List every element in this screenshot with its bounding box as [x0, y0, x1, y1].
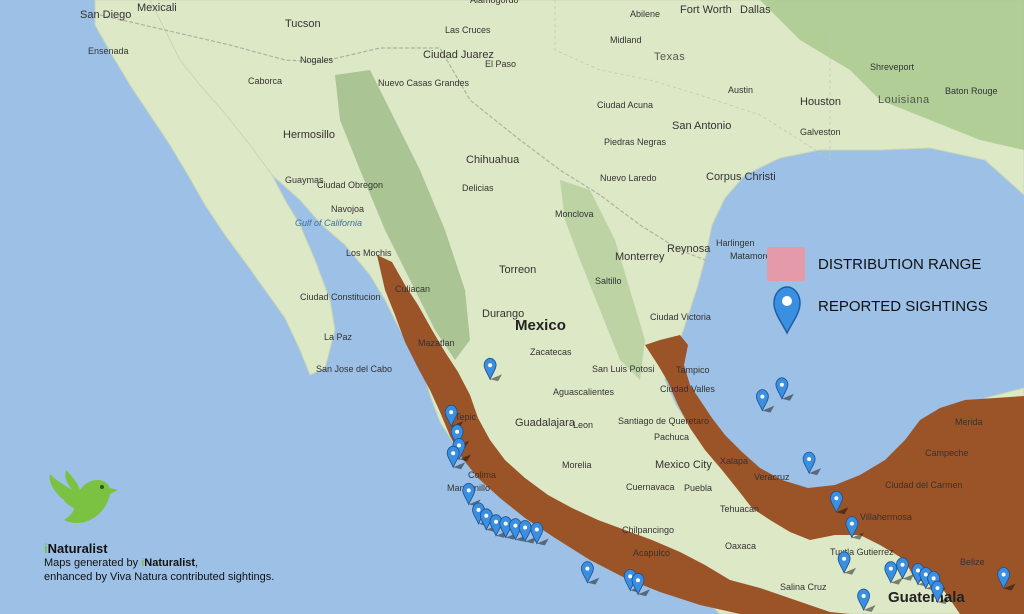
place-label: Delicias [462, 183, 494, 193]
place-label: Ciudad Constitucion [300, 292, 381, 302]
place-label: Ciudad Valles [660, 384, 715, 394]
place-label: Mexico City [655, 459, 712, 471]
place-label: Ensenada [88, 46, 129, 56]
place-label: Fort Worth [680, 4, 732, 16]
place-label: Abilene [630, 9, 660, 19]
place-label: Oaxaca [725, 541, 756, 551]
place-label: Chilpancingo [622, 525, 674, 535]
place-label: Campeche [925, 448, 969, 458]
place-label: Mexicali [137, 2, 177, 14]
place-label: Ciudad del Carmen [885, 480, 963, 490]
place-label: Xalapa [720, 456, 748, 466]
place-label: Alamogordo [470, 0, 519, 5]
place-label: Los Mochis [346, 248, 392, 258]
place-label: Morelia [562, 460, 592, 470]
place-label: Tucson [285, 18, 321, 30]
place-label: Guadalajara [515, 417, 576, 429]
place-label: Acapulco [633, 548, 670, 558]
place-label: Gulf of California [295, 218, 362, 228]
place-label: Mazatlan [418, 338, 455, 348]
place-label: Ciudad Obregon [317, 180, 383, 190]
legend-range-swatch [767, 247, 805, 281]
legend-range-label: DISTRIBUTION RANGE [818, 256, 981, 273]
place-label: San Jose del Cabo [316, 364, 392, 374]
place-label: Leon [573, 420, 593, 430]
place-label: Hermosillo [283, 129, 335, 141]
place-label: Las Cruces [445, 25, 491, 35]
place-label: Aguascalientes [553, 387, 615, 397]
place-label: Ciudad Victoria [650, 312, 711, 322]
brand-block: iNaturalist Maps generated by iNaturalis… [44, 470, 344, 584]
country-label: Mexico [515, 317, 566, 334]
credit-suffix: , [195, 557, 199, 569]
credit-line-2: enhanced by Viva Natura contributed sigh… [44, 571, 275, 583]
place-label: Salina Cruz [780, 582, 827, 592]
place-label: Monclova [555, 209, 594, 219]
place-label: Pachuca [654, 432, 689, 442]
place-label: Texas [654, 51, 685, 63]
bird-icon [49, 470, 118, 523]
place-label: Harlingen [716, 238, 755, 248]
place-label: El Paso [485, 59, 516, 69]
place-label: Ciudad Juarez [423, 49, 494, 61]
place-label: Nuevo Laredo [600, 173, 657, 183]
place-label: Midland [610, 35, 642, 45]
place-label: Torreon [499, 264, 536, 276]
place-label: Merida [955, 417, 983, 427]
place-label: Ciudad Acuna [597, 100, 653, 110]
place-label: Austin [728, 85, 753, 95]
place-label: Chihuahua [466, 154, 520, 166]
place-label: Tampico [676, 365, 710, 375]
legend-sightings-label: REPORTED SIGHTINGS [818, 298, 988, 315]
place-label: Cuernavaca [626, 482, 675, 492]
place-label: Puebla [684, 483, 712, 493]
place-label: Tepic [455, 412, 477, 422]
place-label: Corpus Christi [706, 171, 776, 183]
credit-line-1: Maps generated by iNaturalist, [44, 556, 344, 570]
place-label: Shreveport [870, 62, 915, 72]
place-label: Nogales [300, 55, 334, 65]
place-label: Veracruz [754, 472, 790, 482]
credit-brand-name: Naturalist [144, 557, 196, 569]
place-label: Nuevo Casas Grandes [378, 78, 470, 88]
place-label: Houston [800, 96, 841, 108]
place-label: Galveston [800, 127, 841, 137]
place-label: Baton Rouge [945, 86, 998, 96]
place-label: San Antonio [672, 120, 731, 132]
place-label: Reynosa [667, 243, 711, 255]
place-label: Santiago de Queretaro [618, 416, 709, 426]
place-label: La Paz [324, 332, 353, 342]
credit-prefix: Maps generated by [44, 557, 142, 569]
place-label: Monterrey [615, 251, 665, 263]
place-label: Caborca [248, 76, 282, 86]
place-label: Tehuacan [720, 504, 759, 514]
place-label: Culiacan [395, 284, 430, 294]
place-label: Saltillo [595, 276, 622, 286]
brand-name: iNaturalist [44, 541, 344, 556]
place-label: San Diego [80, 9, 131, 21]
place-label: Guatemala [888, 589, 965, 606]
place-label: Piedras Negras [604, 137, 667, 147]
place-label: Villahermosa [860, 512, 912, 522]
place-label: Louisiana [878, 94, 930, 106]
place-label: Navojoa [331, 204, 364, 214]
place-label: Colima [468, 470, 496, 480]
place-label: San Luis Potosi [592, 364, 655, 374]
place-label: Belize [960, 557, 985, 567]
place-label: Zacatecas [530, 347, 572, 357]
brand-name-rest: Naturalist [47, 541, 108, 556]
place-label: Dallas [740, 4, 771, 16]
